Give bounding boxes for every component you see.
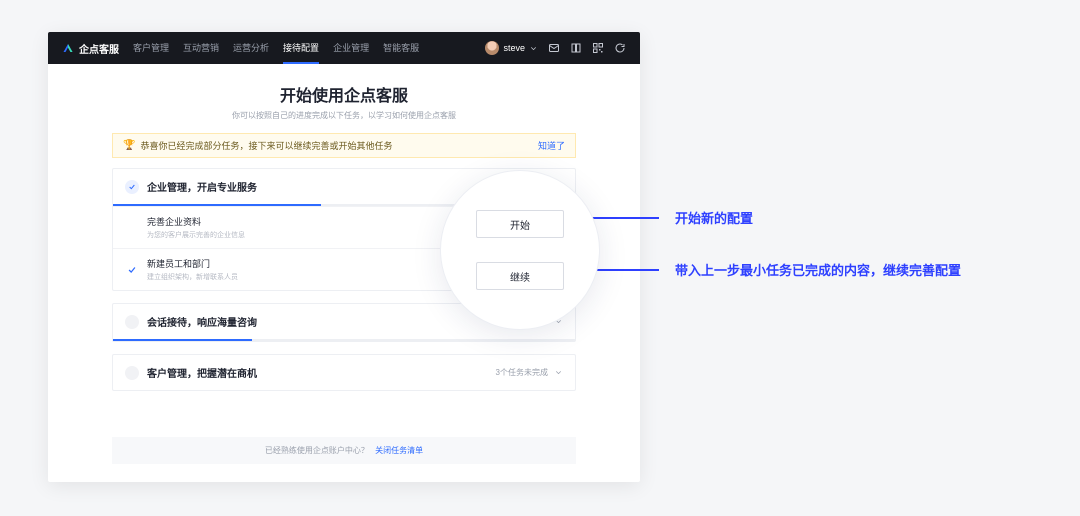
- mag-start-button[interactable]: 开始: [476, 210, 564, 238]
- brand-logo-icon: [62, 42, 74, 54]
- topbar-right: steve: [485, 41, 626, 55]
- banner-text: 恭喜你已经完成部分任务，接下来可以继续完善或开始其他任务: [140, 139, 392, 152]
- banner-dismiss-link[interactable]: 知道了: [538, 139, 565, 152]
- empty-circle-icon: [125, 366, 139, 380]
- section-title: 客户管理，把握潜在商机: [147, 365, 257, 380]
- nav-item-smart[interactable]: 智能客服: [383, 32, 419, 64]
- avatar: [485, 41, 499, 55]
- nav-item-customers[interactable]: 客户管理: [133, 32, 169, 64]
- user-menu[interactable]: steve: [485, 41, 538, 55]
- task-checked-icon: [125, 263, 139, 277]
- section-progress: [113, 339, 575, 341]
- notice-banner: 🏆 恭喜你已经完成部分任务，接下来可以继续完善或开始其他任务 知道了: [112, 133, 576, 158]
- mail-icon[interactable]: [548, 42, 560, 54]
- chevron-down-icon: [529, 44, 538, 53]
- section-title: 企业管理，开启专业服务: [147, 179, 257, 194]
- user-name: steve: [503, 43, 525, 53]
- annotation-text: 带入上一步最小任务已完成的内容，继续完善配置: [675, 260, 961, 279]
- page-title: 开始使用企点客服: [280, 82, 408, 106]
- section-meta: 3个任务未完成: [496, 367, 548, 378]
- nav-item-marketing[interactable]: 互动营销: [183, 32, 219, 64]
- close-tasks-link[interactable]: 关闭任务清单: [375, 446, 423, 455]
- section-header[interactable]: 客户管理，把握潜在商机 3个任务未完成: [113, 355, 575, 390]
- section-title: 会话接待，响应海量咨询: [147, 314, 257, 329]
- magnifier-callout: 开始 继续: [440, 170, 600, 330]
- check-circle-icon: [125, 180, 139, 194]
- trophy-icon: 🏆: [123, 140, 135, 151]
- nav-item-analytics[interactable]: 运营分析: [233, 32, 269, 64]
- nav-item-reception[interactable]: 接待配置: [283, 32, 319, 64]
- expand-toggle[interactable]: 3个任务未完成: [496, 367, 563, 378]
- top-nav: 客户管理 互动营销 运营分析 接待配置 企业管理 智能客服: [133, 32, 485, 64]
- qr-icon[interactable]: [592, 42, 604, 54]
- annotation-text: 开始新的配置: [675, 208, 753, 227]
- empty-circle-icon: [125, 315, 139, 329]
- task-unchecked-icon: ✓: [125, 221, 139, 235]
- section-customer-mgmt: 客户管理，把握潜在商机 3个任务未完成: [112, 354, 576, 391]
- chevron-down-icon: [554, 368, 563, 377]
- brand: 企点客服: [62, 41, 119, 56]
- footer-strip: 已经熟练使用企点账户中心？ 关闭任务清单: [112, 437, 576, 464]
- nav-item-enterprise[interactable]: 企业管理: [333, 32, 369, 64]
- footer-prompt: 已经熟练使用企点账户中心？: [265, 446, 369, 455]
- brand-name: 企点客服: [79, 41, 119, 56]
- annotation-continue: 带入上一步最小任务已完成的内容，继续完善配置: [567, 260, 961, 279]
- page-subtitle: 你可以按照自己的进度完成以下任务，以学习如何使用企点客服: [232, 110, 456, 121]
- mag-continue-button[interactable]: 继续: [476, 262, 564, 290]
- refresh-icon[interactable]: [614, 42, 626, 54]
- book-icon[interactable]: [570, 42, 582, 54]
- topbar: 企点客服 客户管理 互动营销 运营分析 接待配置 企业管理 智能客服 steve: [48, 32, 640, 64]
